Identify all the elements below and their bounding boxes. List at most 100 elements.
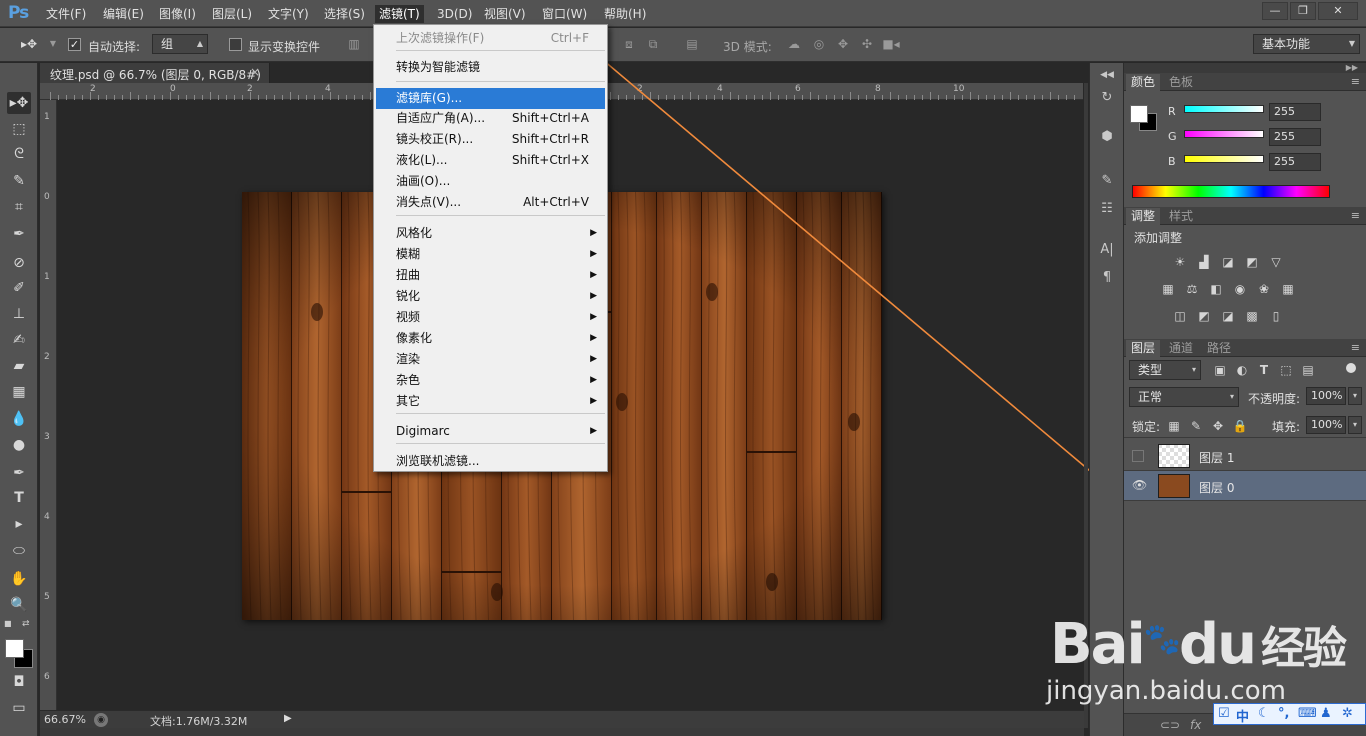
filter-menu-item[interactable]: 自适应广角(A)... Shift+Ctrl+A [376,108,605,129]
tab-adjustments[interactable]: 调整 [1126,208,1161,225]
opacity-input[interactable]: 100% [1306,387,1346,405]
3d-panel-icon[interactable]: ⬢ [1096,127,1118,147]
tab-layers[interactable]: 图层 [1126,340,1161,357]
posterize-icon[interactable]: ◩ [1196,309,1212,323]
color-fg-swatch[interactable] [1130,105,1148,123]
brightness-icon[interactable]: ☀ [1172,255,1188,269]
character-panel-icon[interactable]: A| [1096,240,1118,260]
ime-moon-icon[interactable]: ☾ [1258,706,1270,721]
filter-menu-item[interactable]: 模糊 ▶ [376,244,605,265]
vibrance-icon[interactable]: ▽ [1268,255,1284,269]
filter-menu-item[interactable]: 浏览联机滤镜... [376,451,605,472]
filter-menu-item[interactable]: 扭曲 ▶ [376,265,605,286]
tab-paths[interactable]: 路径 [1202,340,1236,357]
horizontal-scrollbar[interactable] [40,728,1084,736]
filter-pixel-icon[interactable]: ▣ [1212,363,1228,377]
lock-position-icon[interactable]: ✥ [1210,419,1226,433]
visibility-toggle-off[interactable] [1132,450,1144,462]
panel-menu-icon[interactable]: ≡ [1351,341,1360,354]
filter-type-icon[interactable]: T [1256,363,1272,377]
filter-menu-item[interactable]: 滤镜库(G)... [376,88,605,109]
exposure-icon[interactable]: ◩ [1244,255,1260,269]
filter-menu-item[interactable]: 渲染 ▶ [376,349,605,370]
fill-dropdown-icon[interactable]: ▾ [1348,416,1362,434]
lock-pixels-icon[interactable]: ✎ [1188,419,1204,433]
levels-icon[interactable]: ▟ [1196,255,1212,269]
tab-styles[interactable]: 样式 [1164,208,1198,225]
threshold-icon[interactable]: ◪ [1220,309,1236,323]
ime-settings-icon[interactable]: ✲ [1342,706,1353,721]
brush-panel-icon[interactable]: ✎ [1096,171,1118,191]
filter-menu-item[interactable]: 镜头校正(R)... Shift+Ctrl+R [376,129,605,150]
fill-input[interactable]: 100% [1306,416,1346,434]
filter-menu-item[interactable]: 杂色 ▶ [376,370,605,391]
zoom-level[interactable]: 66.67% [44,713,86,726]
channel-b-slider[interactable] [1184,155,1264,163]
filter-menu-item[interactable]: 其它 ▶ [376,391,605,412]
filter-toggle-icon[interactable] [1346,363,1356,373]
ime-punct-icon[interactable]: °, [1278,706,1289,721]
filter-menu-item[interactable]: 消失点(V)... Alt+Ctrl+V [376,192,605,213]
gradient-map-icon[interactable]: ▯ [1268,309,1284,323]
link-layers-icon[interactable]: ⊂⊃ [1160,718,1180,732]
panel-menu-icon[interactable]: ≡ [1351,209,1360,222]
color-spectrum-ramp[interactable] [1132,185,1330,198]
paragraph-panel-icon[interactable]: ¶ [1096,268,1118,288]
channel-mixer-icon[interactable]: ❀ [1256,282,1272,296]
filter-menu-item[interactable]: 风格化 ▶ [376,223,605,244]
history-panel-icon[interactable]: ↻ [1096,88,1118,108]
panel-menu-icon[interactable]: ≡ [1351,75,1360,88]
filter-menu-item[interactable]: 液化(L)... Shift+Ctrl+X [376,150,605,171]
tab-color[interactable]: 颜色 [1126,74,1161,91]
black-white-icon[interactable]: ◧ [1208,282,1224,296]
layer-kind-filter[interactable]: 类型 ▾ [1129,360,1201,380]
ime-logo-icon[interactable]: ☑ [1218,706,1230,721]
color-balance-icon[interactable]: ⚖ [1184,282,1200,296]
channel-b-input[interactable]: 255 [1269,153,1321,171]
collapse-dock-icon[interactable]: ◀◀ [1096,65,1118,85]
collapse-panels-icon[interactable]: ▶▶ [1124,63,1366,73]
eye-icon[interactable]: 👁 [1132,478,1147,492]
submenu-arrow-icon: ▶ [590,396,597,406]
ime-user-icon[interactable]: ♟ [1320,706,1332,721]
layer-name[interactable]: 图层 1 [1199,449,1234,466]
status-menu-arrow-icon[interactable]: ▶ [284,713,292,724]
filter-menu-item[interactable]: 锐化 ▶ [376,286,605,307]
filter-shape-icon[interactable]: ⬚ [1278,363,1294,377]
filter-adjustment-icon[interactable]: ◐ [1234,363,1250,377]
channel-r-input[interactable]: 255 [1269,103,1321,121]
filter-menu-item[interactable]: Digimarc ▶ [376,421,605,442]
channel-g-input[interactable]: 255 [1269,128,1321,146]
lock-transparent-icon[interactable]: ▦ [1166,419,1182,433]
channel-g-slider[interactable] [1184,130,1264,138]
curves-icon[interactable]: ◪ [1220,255,1236,269]
lock-all-icon[interactable]: 🔒 [1232,419,1248,433]
filter-menu-item[interactable]: 转换为智能滤镜 [376,57,605,78]
filter-menu-item[interactable]: 视频 ▶ [376,307,605,328]
filter-menu-item[interactable]: 像素化 ▶ [376,328,605,349]
menu-item-label: 其它 [396,394,421,408]
tab-swatches[interactable]: 色板 [1164,74,1198,91]
filter-menu-item[interactable]: 油画(O)... [376,171,605,192]
ime-keyboard-icon[interactable]: ⌨ [1298,706,1317,721]
color-lookup-icon[interactable]: ▦ [1280,282,1296,296]
layer-style-icon[interactable]: fx [1190,718,1201,732]
menu-item-shortcut: Ctrl+F [550,31,589,45]
status-info-icon[interactable]: ◉ [94,713,108,727]
selective-color-icon[interactable]: ▩ [1244,309,1260,323]
layer-row-0-selected[interactable]: 👁 图层 0 [1124,471,1366,501]
tab-channels[interactable]: 通道 [1164,340,1198,357]
brush-presets-icon[interactable]: ☷ [1096,199,1118,219]
ime-mode[interactable]: 中 [1236,706,1249,725]
color-panel-header: 颜色 色板 ≡ [1124,73,1366,91]
filter-smart-object-icon[interactable]: ▤ [1300,363,1316,377]
channel-r-slider[interactable] [1184,105,1264,113]
opacity-dropdown-icon[interactable]: ▾ [1348,387,1362,405]
hue-saturation-icon[interactable]: ▦ [1160,282,1176,296]
layer-name[interactable]: 图层 0 [1199,479,1234,496]
invert-icon[interactable]: ◫ [1172,309,1188,323]
photo-filter-icon[interactable]: ◉ [1232,282,1248,296]
filter-menu-item[interactable]: 上次滤镜操作(F) Ctrl+F [376,28,605,49]
blend-mode-dropdown[interactable]: 正常 ▾ [1129,387,1239,407]
layer-row-1[interactable]: 图层 1 [1124,441,1366,471]
